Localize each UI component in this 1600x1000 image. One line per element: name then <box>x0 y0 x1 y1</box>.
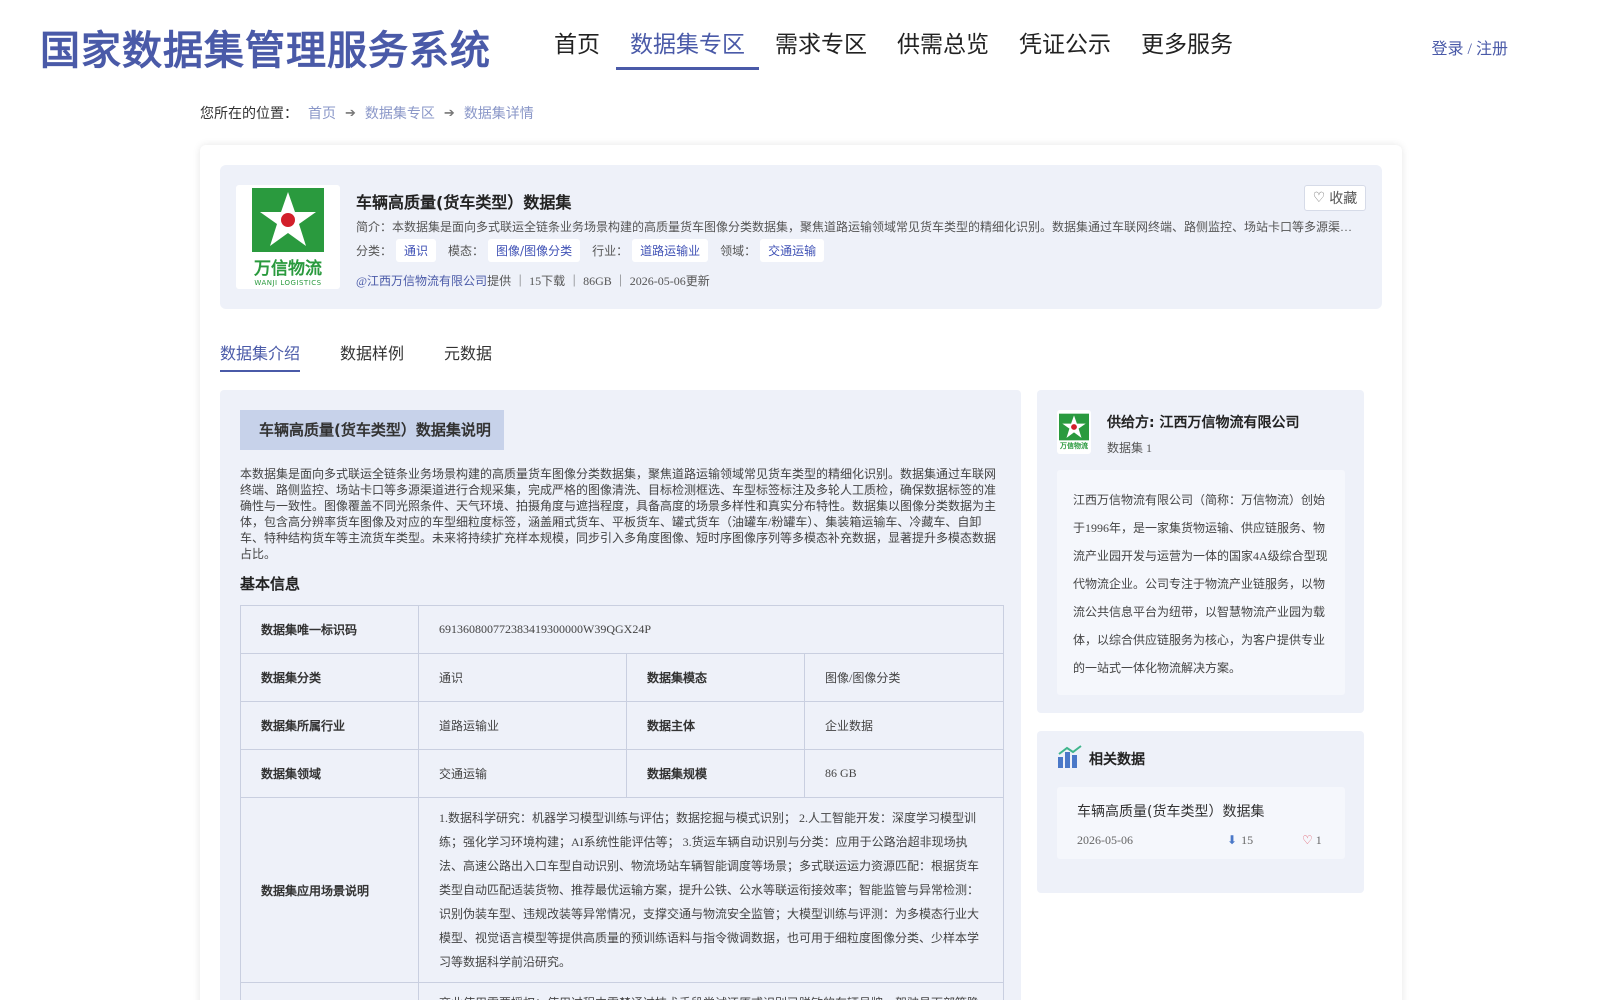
table-key: 数据集模态 <box>626 653 805 702</box>
table-value: 691360800772383419300000W39QGX24P <box>418 605 1004 654</box>
nav-overview[interactable]: 供需总览 <box>883 28 1003 70</box>
table-row: 数据集唯一标识码 691360800772383419300000W39QGX2… <box>240 605 1004 654</box>
table-value: 图像/图像分类 <box>804 653 1004 702</box>
tag-category[interactable]: 通识 <box>396 239 437 262</box>
like-count: 1 <box>1315 833 1322 847</box>
table-row: 数据集分类 通识 数据集模态 图像/图像分类 <box>240 653 1004 702</box>
site-brand[interactable]: 国家数据集管理服务系统 <box>40 18 491 76</box>
table-row: 数据集领域 交通运输 数据集规模 86 GB <box>240 749 1004 798</box>
table-key: 数据集分类 <box>240 653 419 702</box>
dataset-description: 本数据集是面向多式联运全链条业务场景构建的高质量货车图像分类数据集，聚焦道路运输… <box>240 467 997 561</box>
tab-samples[interactable]: 数据样例 <box>340 340 404 372</box>
provider-avatar[interactable]: 万信物流 <box>1057 410 1091 454</box>
tag-industry[interactable]: 道路运输业 <box>632 239 709 262</box>
table-row: 数据集所属行业 道路运输业 数据主体 企业数据 <box>240 701 1004 750</box>
favorite-label: 收藏 <box>1329 191 1358 207</box>
tag-modality[interactable]: 图像/图像分类 <box>488 239 581 262</box>
table-key <box>240 982 419 1000</box>
dataset-description-panel: 车辆高质量(货车类型）数据集说明 本数据集是面向多式联运全链条业务场景构建的高质… <box>220 390 1021 1000</box>
basic-info-table: 数据集唯一标识码 691360800772383419300000W39QGX2… <box>240 605 1004 1000</box>
nav-certificates[interactable]: 凭证公示 <box>1005 28 1125 70</box>
provider-dataset-count: 数据集 1 <box>1107 441 1153 455</box>
tab-intro[interactable]: 数据集介绍 <box>220 340 301 372</box>
dataset-intro: 简介：本数据集是面向多式联运全链条业务场景构建的高质量货车图像分类数据集，聚焦道… <box>356 220 1356 234</box>
table-key: 数据集领域 <box>240 749 419 798</box>
breadcrumb-detail[interactable]: 数据集详情 <box>464 103 534 123</box>
table-value: 商业使用需要授权：使用过程中需禁通过技术手段尝试还原或识别已脱敏的车辆号牌、驾驶… <box>418 982 1004 1000</box>
related-data-panel: 相关数据 车辆高质量(货车类型）数据集 2026-05-06 ⬇ 15 ♡ 1 <box>1037 731 1364 893</box>
logo-subtext: WANJI LOGISTICS <box>254 278 322 287</box>
breadcrumb-home[interactable]: 首页 <box>308 103 336 123</box>
detail-tabs: 数据集介绍 数据样例 元数据 <box>220 340 532 372</box>
table-value: 交通运输 <box>418 749 627 798</box>
dataset-summary: 万信物流 WANJI LOGISTICS 车辆高质量(货车类型）数据集 简介：本… <box>220 165 1382 309</box>
description-banner: 车辆高质量(货车类型）数据集说明 <box>240 410 504 450</box>
breadcrumb-prefix: 您所在的位置： <box>200 107 298 122</box>
table-value: 1.数据科学研究：机器学习模型训练与评估；数据挖掘与模式识别； 2.人工智能开发… <box>418 797 1004 983</box>
logo-text: 万信物流 <box>254 258 322 279</box>
nav-datasets[interactable]: 数据集专区 <box>616 28 759 70</box>
nav-demands[interactable]: 需求专区 <box>761 28 881 70</box>
heart-icon: ♡ <box>1302 833 1313 847</box>
breadcrumb-datasets[interactable]: 数据集专区 <box>365 103 435 123</box>
provider-logo: 万信物流 WANJI LOGISTICS <box>236 185 340 289</box>
provider-link[interactable]: @江西万信物流有限公司 <box>356 274 487 288</box>
table-key: 数据集所属行业 <box>240 701 419 750</box>
table-key: 数据集唯一标识码 <box>240 605 419 654</box>
tag-domain[interactable]: 交通运输 <box>760 239 825 262</box>
related-item-downloads: ⬇ 15 <box>1227 833 1253 848</box>
table-value: 企业数据 <box>804 701 1004 750</box>
related-item-date: 2026-05-06 <box>1077 833 1133 847</box>
arrow-right-icon: ➔ <box>443 105 455 120</box>
main-nav: 首页 数据集专区 需求专区 供需总览 凭证公示 更多服务 <box>540 28 1249 70</box>
site-header: 国家数据集管理服务系统 首页 数据集专区 需求专区 供需总览 凭证公示 更多服务… <box>0 0 1600 92</box>
provider-name[interactable]: 供给方: 江西万信物流有限公司 <box>1107 412 1299 432</box>
tag-label-category: 分类： <box>356 244 393 258</box>
arrow-right-icon: ➔ <box>345 105 356 120</box>
provider-description: 江西万信物流有限公司（简称：万信物流）创始于1996年，是一家集货物运输、供应链… <box>1057 470 1345 695</box>
breadcrumb: 您所在的位置： 首页 ➔ 数据集专区 ➔ 数据集详情 <box>200 103 534 123</box>
table-row: 商业使用需要授权：使用过程中需禁通过技术手段尝试还原或识别已脱敏的车辆号牌、驾驶… <box>240 982 1004 1000</box>
provider-panel: 万信物流 供给方: 江西万信物流有限公司 数据集 1 江西万信物流有限公司（简称… <box>1037 390 1364 713</box>
tag-label-industry: 行业： <box>592 244 629 258</box>
table-value: 道路运输业 <box>418 701 627 750</box>
login-register-link[interactable]: 登录 / 注册 <box>1432 35 1508 59</box>
table-row: 数据集应用场景说明 1.数据科学研究：机器学习模型训练与评估；数据挖掘与模式识别… <box>240 797 1004 983</box>
related-item-likes[interactable]: ♡ 1 <box>1302 833 1322 848</box>
logo-text: 万信物流 <box>1060 442 1088 450</box>
tag-label-domain: 领域： <box>720 244 757 258</box>
star-logo-icon <box>1059 413 1089 441</box>
download-icon: ⬇ <box>1227 833 1238 847</box>
dataset-detail-card: 万信物流 WANJI LOGISTICS 车辆高质量(货车类型）数据集 简介：本… <box>200 145 1402 1000</box>
table-key: 数据集应用场景说明 <box>240 797 419 983</box>
nav-more[interactable]: 更多服务 <box>1127 28 1247 70</box>
download-count: 15 <box>1241 833 1254 847</box>
table-key: 数据集规模 <box>626 749 805 798</box>
related-item[interactable]: 车辆高质量(货车类型）数据集 2026-05-06 ⬇ 15 ♡ 1 <box>1057 787 1345 859</box>
dataset-stats: 提供 ｜ 15下载 ｜ 86GB ｜ 2026-05-06更新 <box>487 274 710 288</box>
table-key: 数据主体 <box>626 701 805 750</box>
dataset-title: 车辆高质量(货车类型）数据集 <box>356 193 572 212</box>
dataset-tags: 分类： 通识 模态： 图像/图像分类 行业： 道路运输业 领域： 交通运输 <box>356 239 836 262</box>
star-logo-icon <box>252 187 324 252</box>
related-title: 相关数据 <box>1089 752 1145 768</box>
table-value: 86 GB <box>804 749 1004 798</box>
dataset-meta: @江西万信物流有限公司提供 ｜ 15下载 ｜ 86GB ｜ 2026-05-06… <box>356 272 710 289</box>
bar-chart-icon <box>1058 745 1082 768</box>
table-value: 通识 <box>418 653 627 702</box>
heart-icon: ♡ <box>1312 190 1326 206</box>
favorite-button[interactable]: ♡ 收藏 <box>1304 185 1366 211</box>
basic-info-title: 基本信息 <box>240 575 301 593</box>
tag-label-modality: 模态： <box>448 244 485 258</box>
tab-metadata[interactable]: 元数据 <box>444 340 492 372</box>
nav-home[interactable]: 首页 <box>540 28 614 70</box>
related-item-name[interactable]: 车辆高质量(货车类型）数据集 <box>1077 801 1264 821</box>
